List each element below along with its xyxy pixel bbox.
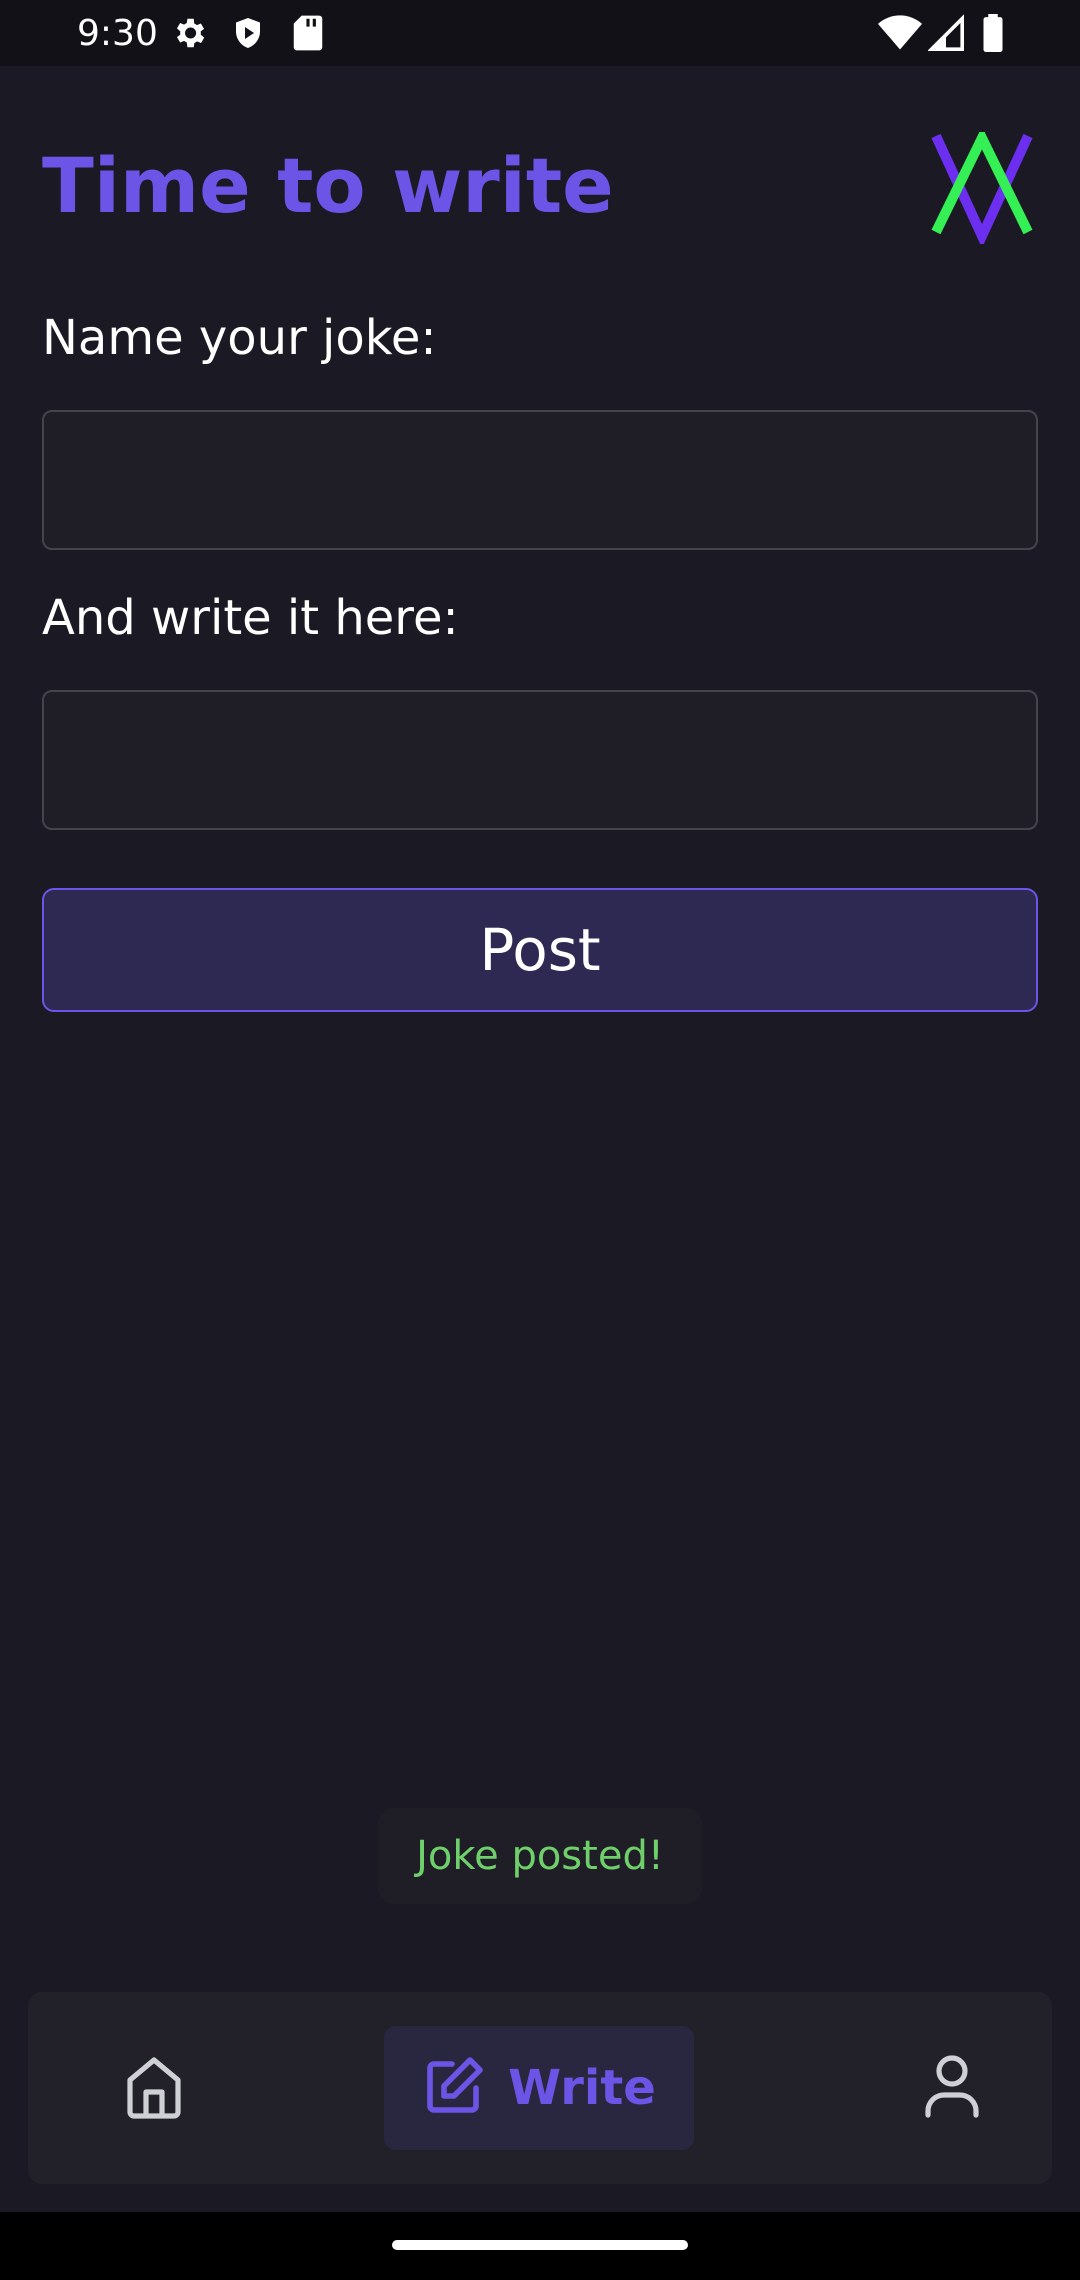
toast-text: Joke posted! <box>416 1833 664 1879</box>
page-title: Time to write <box>42 141 614 230</box>
joke-name-label: Name your joke: <box>42 310 437 366</box>
signal-icon <box>927 14 964 56</box>
wifi-icon <box>878 14 922 56</box>
status-bar: 9:30 <box>0 0 1080 66</box>
sd-card-icon <box>292 14 324 56</box>
toast-message: Joke posted! <box>378 1808 702 1904</box>
nav-home[interactable] <box>92 2048 216 2128</box>
bottom-navigation: Write <box>28 1992 1052 2184</box>
battery-icon <box>982 14 1004 56</box>
settings-icon <box>170 14 208 56</box>
nav-write[interactable]: Write <box>384 2026 694 2150</box>
joke-name-input[interactable] <box>42 410 1038 550</box>
status-time: 9:30 <box>77 13 158 54</box>
pencil-square-icon <box>422 2054 486 2122</box>
home-icon <box>122 2052 186 2124</box>
nav-write-label: Write <box>508 2060 656 2116</box>
nav-profile[interactable] <box>890 2048 1014 2128</box>
shield-play-icon <box>230 14 266 56</box>
app-logo-icon <box>930 126 1034 248</box>
post-button[interactable]: Post <box>42 888 1038 1012</box>
joke-body-label: And write it here: <box>42 590 459 646</box>
gesture-handle[interactable] <box>392 2240 688 2250</box>
user-icon <box>922 2053 982 2123</box>
joke-body-input[interactable] <box>42 690 1038 830</box>
